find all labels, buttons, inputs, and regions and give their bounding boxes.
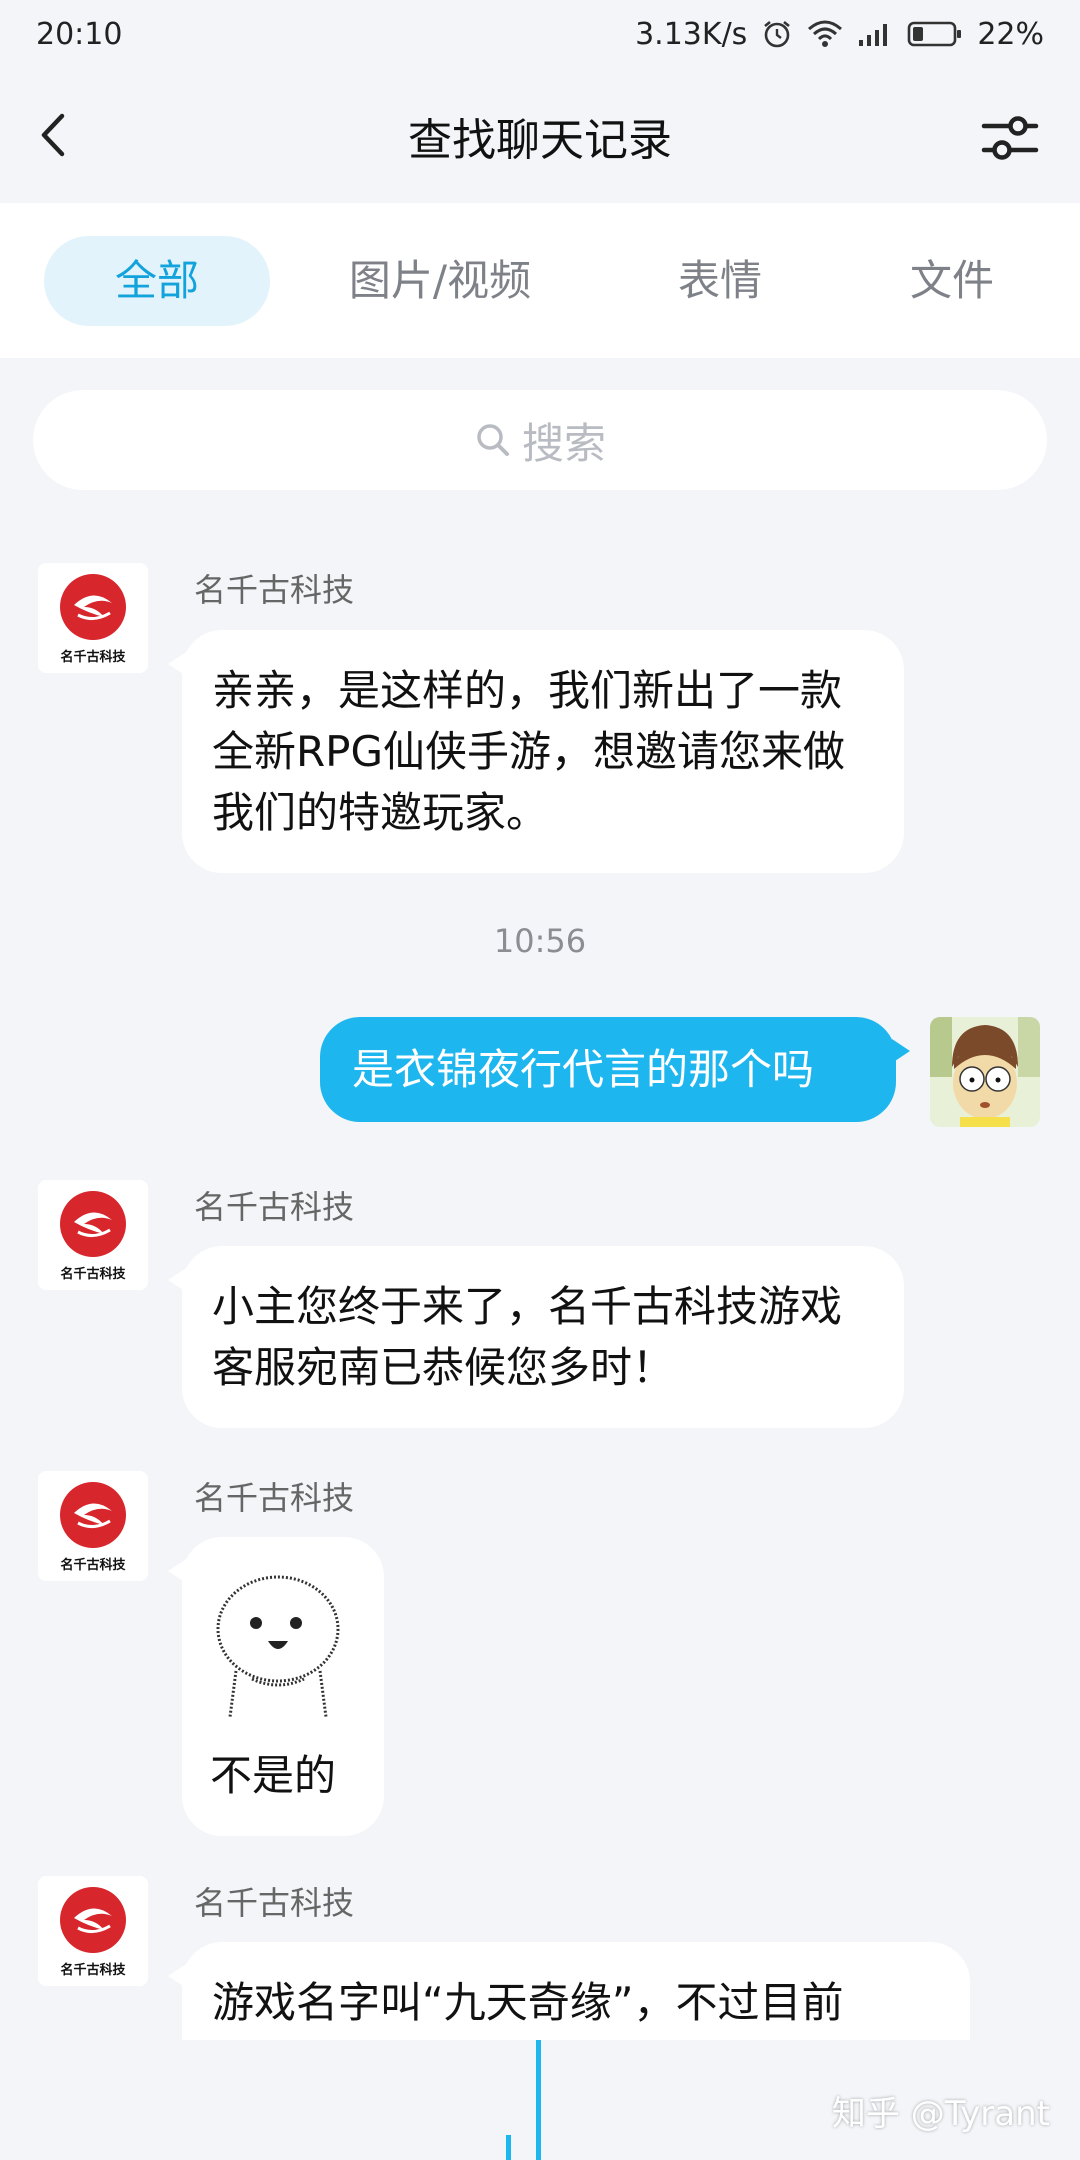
status-icons: 3.13K/s 22% [635, 17, 1044, 52]
sender-name: 名千古科技 [194, 1884, 355, 1922]
category-tabs: 全部 图片/视频 表情 文件 [0, 203, 1080, 358]
top-bar: 查找聊天记录 [0, 68, 1080, 203]
company-logo: 名千古科技 [60, 1887, 126, 1978]
watermark: 知乎 @Tyrant [831, 2094, 1050, 2134]
tab-images-videos[interactable]: 图片/视频 [330, 236, 550, 326]
timestamp: 10:56 [493, 922, 587, 960]
company-logo: 名千古科技 [60, 574, 126, 665]
my-avatar[interactable] [930, 1017, 1040, 1127]
my-message-bubble[interactable]: 是衣锦夜行代言的那个吗 [320, 1017, 910, 1122]
message-bubble[interactable]: 小主您终于来了，名千古科技游戏客服宛南已恭候您多时！ [168, 1246, 904, 1428]
scroll-indicator-small [506, 2135, 511, 2160]
search-input[interactable]: 搜索 [33, 390, 1047, 490]
logo-text: 名千古科技 [60, 649, 126, 665]
tab-files[interactable]: 文件 [872, 236, 1032, 326]
signal-icon [859, 24, 888, 46]
sticker-message-bubble[interactable]: 不是的 [168, 1537, 384, 1836]
page-title: 查找聊天记录 [408, 115, 672, 166]
logo-text: 名千古科技 [60, 1266, 126, 1282]
tab-all[interactable]: 全部 [44, 236, 270, 326]
avatar[interactable]: 名千古科技 [38, 1471, 148, 1581]
company-logo: 名千古科技 [60, 1191, 126, 1282]
message-text: 不是的 [210, 1751, 337, 1800]
logo-text: 名千古科技 [60, 1962, 126, 1978]
status-time: 20:10 [36, 16, 123, 52]
wifi-icon [808, 20, 843, 47]
sender-name: 名千古科技 [194, 1479, 355, 1517]
battery-percent: 22% [977, 16, 1044, 52]
battery-icon [908, 21, 962, 47]
stick-figure-sticker [216, 1575, 340, 1718]
sender-name: 名千古科技 [194, 571, 355, 609]
alarm-icon [764, 20, 791, 48]
company-logo: 名千古科技 [60, 1482, 126, 1573]
avatar[interactable]: 名千古科技 [38, 563, 148, 673]
scroll-indicator [536, 2040, 541, 2160]
search-icon [477, 424, 509, 456]
message-bubble[interactable]: 亲亲，是这样的，我们新出了一款全新RPG仙侠手游，想邀请您来做我们的特邀玩家。 [168, 630, 904, 873]
sender-name: 名千古科技 [194, 1188, 355, 1226]
search-placeholder: 搜索 [521, 418, 606, 468]
tab-stickers[interactable]: 表情 [640, 236, 800, 326]
cartoon-face-icon [930, 1017, 1040, 1127]
avatar[interactable]: 名千古科技 [38, 1180, 148, 1290]
logo-text: 名千古科技 [60, 1557, 126, 1573]
filter-button[interactable] [980, 110, 1040, 166]
sliders-icon [981, 116, 1039, 160]
avatar[interactable]: 名千古科技 [38, 1876, 148, 1986]
net-speed: 3.13K/s [635, 16, 748, 52]
status-bar: 20:10 3.13K/s 22% [0, 0, 1080, 68]
